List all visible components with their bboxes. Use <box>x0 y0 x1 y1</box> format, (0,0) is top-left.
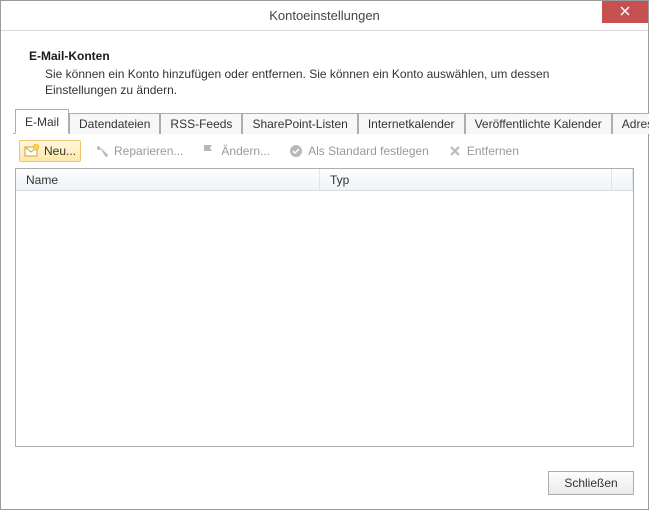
account-settings-window: Kontoeinstellungen E-Mail-Konten Sie kön… <box>0 0 649 510</box>
flag-icon <box>201 143 217 159</box>
delete-x-icon <box>447 143 463 159</box>
remove-account-button[interactable]: Entfernen <box>442 140 524 162</box>
close-window-button[interactable] <box>602 1 648 23</box>
tab-label: Adressbücher <box>622 117 649 131</box>
list-header: Name Typ <box>16 169 633 191</box>
tools-icon <box>94 143 110 159</box>
window-title: Kontoeinstellungen <box>1 8 648 23</box>
button-label: Neu... <box>44 144 76 158</box>
section-subtext: Sie können ein Konto hinzufügen oder ent… <box>45 66 620 98</box>
repair-account-button[interactable]: Reparieren... <box>89 140 188 162</box>
section-heading: E-Mail-Konten <box>29 49 620 63</box>
tab-data-files[interactable]: Datendateien <box>69 113 160 134</box>
tab-rss-feeds[interactable]: RSS-Feeds <box>160 113 242 134</box>
tab-label: RSS-Feeds <box>170 117 232 131</box>
tab-sharepoint-lists[interactable]: SharePoint-Listen <box>242 113 357 134</box>
tab-published-calendar[interactable]: Veröffentlichte Kalender <box>465 113 612 134</box>
button-label: Als Standard festlegen <box>308 144 429 158</box>
tab-address-books[interactable]: Adressbücher <box>612 113 649 134</box>
tab-label: E-Mail <box>25 115 59 129</box>
button-label: Schließen <box>564 476 617 490</box>
column-header-spacer <box>612 169 633 190</box>
footer: Schließen <box>1 459 648 509</box>
titlebar: Kontoeinstellungen <box>1 1 648 31</box>
accounts-list: Name Typ <box>15 168 634 447</box>
column-header-type[interactable]: Typ <box>320 169 612 190</box>
tab-internet-calendar[interactable]: Internetkalender <box>358 113 465 134</box>
column-label: Name <box>26 173 58 187</box>
tab-label: Veröffentlichte Kalender <box>475 117 602 131</box>
button-label: Entfernen <box>467 144 519 158</box>
mail-new-icon <box>24 143 40 159</box>
tab-label: Datendateien <box>79 117 150 131</box>
tab-label: Internetkalender <box>368 117 455 131</box>
new-account-button[interactable]: Neu... <box>19 140 81 162</box>
tab-label: SharePoint-Listen <box>252 117 347 131</box>
reorder-controls <box>536 144 544 158</box>
close-button[interactable]: Schließen <box>548 471 634 495</box>
list-body <box>16 191 633 446</box>
check-circle-icon <box>288 143 304 159</box>
tab-email[interactable]: E-Mail <box>15 109 69 134</box>
button-label: Reparieren... <box>114 144 183 158</box>
column-label: Typ <box>330 173 349 187</box>
set-default-button[interactable]: Als Standard festlegen <box>283 140 434 162</box>
header-section: E-Mail-Konten Sie können ein Konto hinzu… <box>1 31 648 108</box>
close-icon <box>620 5 630 19</box>
column-header-name[interactable]: Name <box>16 169 320 190</box>
change-account-button[interactable]: Ändern... <box>196 140 275 162</box>
tabstrip: E-Mail Datendateien RSS-Feeds SharePoint… <box>13 108 636 134</box>
content-area: E-Mail Datendateien RSS-Feeds SharePoint… <box>1 108 648 459</box>
button-label: Ändern... <box>221 144 270 158</box>
toolbar: Neu... Reparieren... Ändern... Als Stand… <box>13 134 636 168</box>
